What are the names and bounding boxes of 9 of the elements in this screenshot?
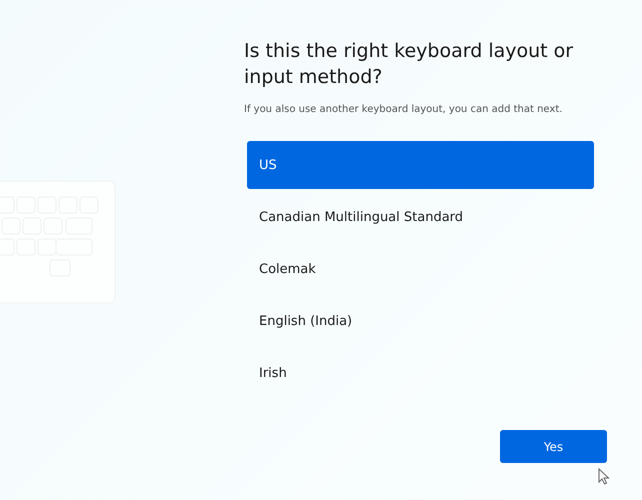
layout-option[interactable]: English (India) [247, 297, 594, 345]
page-title: Is this the right keyboard layout or input method? [244, 39, 574, 90]
cursor-icon [598, 468, 610, 485]
layout-option[interactable]: Colemak [247, 245, 594, 293]
layout-option[interactable]: US [247, 141, 594, 189]
subtitle: If you also use another keyboard layout, you can add that next. [244, 104, 564, 115]
yes-button[interactable]: Yes [500, 430, 607, 463]
layout-option[interactable]: Canadian Multilingual Standard [247, 193, 594, 241]
layout-option[interactable]: Irish [247, 349, 594, 397]
